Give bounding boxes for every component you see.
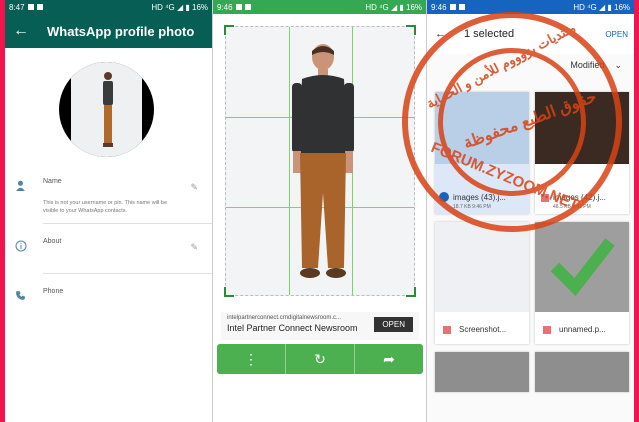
notification-icon (449, 4, 456, 10)
photo-background (71, 62, 142, 157)
status-indicators: HD ⁴G ◢ ▮ 16% (573, 2, 630, 12)
ad-open-button[interactable]: OPEN (374, 317, 413, 332)
crop-toolbar: ⋮ ↻ ➦ (217, 344, 423, 374)
status-bar: 8:47 HD ⁴G ◢ ▮ 16% (5, 0, 212, 14)
watermark-seal: منتديات يزوووم للأمن و الحماية حقوق الطب… (402, 12, 622, 232)
thumbnail (535, 222, 629, 312)
phone-label: Phone (43, 288, 64, 295)
notification-icon (235, 4, 242, 10)
profile-photo[interactable] (59, 62, 154, 157)
image-tile[interactable] (535, 352, 629, 392)
tile-caption: Screenshot... (459, 325, 507, 334)
status-bar: 9:46 HD ⁴G ◢ ▮ 16% (427, 0, 634, 14)
notification-icon (244, 4, 251, 10)
notification-icon (36, 4, 43, 10)
crop-area[interactable] (224, 25, 416, 297)
person-figure (103, 72, 113, 147)
crop-handle[interactable] (406, 25, 416, 35)
app-toolbar: ← WhatsApp profile photo (5, 14, 212, 48)
check-mark-icon (550, 238, 615, 297)
edit-pencil-icon[interactable]: ✎ (190, 182, 198, 193)
image-file-icon (543, 326, 551, 334)
ad-banner[interactable]: intelpartnerconnect.crndigitalnewsroom.c… (221, 312, 419, 340)
image-tile[interactable] (435, 352, 529, 392)
crop-handle[interactable] (406, 287, 416, 297)
thumbnail (435, 222, 529, 312)
page-title: WhatsApp profile photo (47, 23, 195, 39)
tile-caption: unnamed.p... (559, 325, 606, 334)
status-time: 9:46 (217, 2, 233, 12)
name-row[interactable]: Name This is not your username or pin. T… (5, 168, 212, 223)
notification-icon (27, 4, 34, 10)
name-label: Name (43, 178, 62, 185)
chevron-down-icon[interactable]: ⌄ (614, 60, 622, 71)
status-indicators: HD ⁴G ◢ ▮ 16% (151, 2, 208, 12)
more-vert-icon[interactable]: ⋮ (217, 344, 286, 374)
about-label: About (43, 238, 62, 245)
profile-photo-area (5, 48, 212, 168)
about-row[interactable]: About ✎ (5, 224, 212, 273)
status-bar: 9:46 HD ⁴G ◢ ▮ 16% (213, 0, 426, 14)
status-indicators: HD ⁴G ◢ ▮ 16% (365, 2, 422, 12)
whatsapp-profile-screen: 8:47 HD ⁴G ◢ ▮ 16% ← WhatsApp profile ph… (5, 0, 212, 422)
rotate-icon[interactable]: ↻ (286, 344, 355, 374)
edit-pencil-icon[interactable]: ✎ (190, 242, 198, 253)
back-arrow-icon[interactable]: ← (13, 22, 29, 40)
crop-handle[interactable] (224, 25, 234, 35)
share-icon[interactable]: ➦ (355, 344, 423, 374)
info-icon (15, 236, 43, 255)
name-hint: This is not your username or pin. This n… (43, 200, 168, 214)
image-file-icon (443, 326, 451, 334)
person-icon (15, 176, 43, 215)
crop-handle[interactable] (224, 287, 234, 297)
status-time: 9:46 (431, 2, 447, 12)
image-tile[interactable]: Screenshot... (435, 222, 529, 344)
open-button[interactable]: OPEN (605, 30, 628, 39)
notification-icon (458, 4, 465, 10)
status-time: 8:47 (9, 2, 25, 12)
crop-screen: 9:46 HD ⁴G ◢ ▮ 16% intelpartnerconnect.c… (212, 0, 426, 422)
phone-icon (15, 286, 43, 304)
phone-row[interactable]: Phone (5, 274, 212, 312)
person-figure (292, 44, 354, 278)
image-tile[interactable]: unnamed.p... (535, 222, 629, 344)
